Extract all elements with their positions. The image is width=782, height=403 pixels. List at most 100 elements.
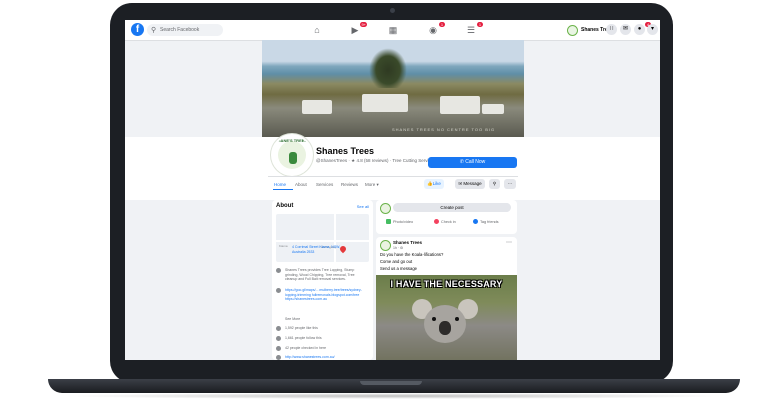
photo-video-label: Photo/video xyxy=(393,219,414,224)
follow-icon xyxy=(276,336,281,341)
like-button[interactable]: 👍Like xyxy=(424,179,444,189)
avatar[interactable] xyxy=(380,240,391,251)
globe-icon xyxy=(276,355,281,360)
truck-graphic xyxy=(440,96,480,114)
about-card: About See all Kiama Gerringong 4 Corrima… xyxy=(272,200,373,360)
tab-reviews[interactable]: Reviews xyxy=(341,182,358,187)
message-label: Message xyxy=(463,181,482,186)
account-chevron-down-icon[interactable]: ▾ xyxy=(647,24,658,35)
tab-services[interactable]: Services xyxy=(316,182,333,187)
link-icon xyxy=(276,288,281,293)
koala-eye xyxy=(432,317,436,321)
more-dots-icon: ⋯ xyxy=(507,181,513,186)
search-box[interactable]: ⚲ Search Facebook xyxy=(147,24,223,36)
watch-icon[interactable]: ▶ 9+ xyxy=(349,22,367,36)
meme-caption: I HAVE THE NECESSARY xyxy=(390,279,503,289)
cover-caption: SHANES TREES NO CENTRE TOO BIG xyxy=(392,127,496,132)
feed-post: Shanes Trees 1h · ⚙ ⋯ Do you have the Ko… xyxy=(376,237,517,360)
post-timestamp[interactable]: 1h · ⚙ xyxy=(393,246,403,250)
map-road xyxy=(276,240,369,242)
avatar xyxy=(567,24,578,36)
koala-nose xyxy=(439,321,451,335)
address-link[interactable]: 4 Corrimal Street Kiama, NSW, Australia … xyxy=(292,245,352,254)
page-title: Shanes Trees xyxy=(316,146,375,156)
koala-meme-image[interactable]: I HAVE THE NECESSARY xyxy=(376,275,517,360)
create-post-card: Create post Photo/video Check in Tag fri… xyxy=(376,200,517,234)
photo-icon xyxy=(386,219,391,224)
search-input[interactable]: Search Facebook xyxy=(160,26,199,34)
tab-more[interactable]: More ▾ xyxy=(365,182,379,188)
follows-count: 1,661 people follow this xyxy=(285,336,322,340)
photo-video-option[interactable]: Photo/video xyxy=(386,219,413,224)
see-more-link[interactable]: See More xyxy=(285,317,367,322)
location-map[interactable]: Kiama Gerringong xyxy=(276,214,369,262)
notifications-icon[interactable]: ●4 xyxy=(634,22,651,35)
gaming-badge: 1 xyxy=(477,22,483,27)
create-post-button[interactable]: Create post xyxy=(393,203,511,212)
avatar xyxy=(380,203,391,214)
koala-eye xyxy=(455,317,459,321)
about-title: About xyxy=(276,203,294,209)
check-in-option[interactable]: Check in xyxy=(434,219,456,224)
home-icon[interactable]: ⌂ xyxy=(311,24,323,36)
pine-tree-graphic xyxy=(369,48,407,88)
truck-graphic xyxy=(302,100,332,114)
call-now-button[interactable]: ✆ Call Now xyxy=(428,157,517,168)
search-icon: ⚲ xyxy=(151,27,157,34)
map-place-label: Kiama xyxy=(279,244,288,248)
call-now-label: Call Now xyxy=(465,159,486,165)
website-link[interactable]: http://www.shanestrees.com.au/ xyxy=(285,355,367,360)
messenger-icon[interactable]: ✉ xyxy=(620,24,631,35)
more-options-button[interactable]: ⋯ xyxy=(504,179,516,189)
about-links[interactable]: https://goo.gl/maps/... mulberry.tree/tr… xyxy=(285,288,367,302)
logo-badge xyxy=(278,141,306,169)
tag-friends-option[interactable]: Tag friends xyxy=(473,219,499,224)
menu-grid-icon[interactable]: ∷ xyxy=(606,24,617,35)
likes-row: 1,592 people like this xyxy=(276,326,369,331)
post-text-line: Send us a message xyxy=(380,266,418,271)
groups-icon[interactable]: ◉ 1 xyxy=(427,22,445,36)
search-page-button[interactable]: ⚲ xyxy=(489,179,500,189)
header-divider xyxy=(268,176,518,177)
post-text-line: Do you have the Koala-lifications? xyxy=(380,252,444,257)
message-button[interactable]: ✉ Message xyxy=(455,179,485,189)
website-row: http://www.shanestrees.com.au/ xyxy=(276,355,369,360)
follows-row: 1,661 people follow this xyxy=(276,336,369,341)
tag-friends-icon xyxy=(473,219,478,224)
profile-header xyxy=(125,137,660,200)
webcam xyxy=(390,8,395,13)
profile-picture[interactable]: SHANE'S TREES xyxy=(271,134,313,176)
checkin-icon xyxy=(276,346,281,351)
about-links-row: https://goo.gl/maps/... mulberry.tree/tr… xyxy=(276,288,369,301)
logo-text: SHANE'S TREES xyxy=(275,138,308,143)
like-label: Like xyxy=(432,181,441,186)
post-text-line: Come and go out xyxy=(380,259,413,264)
post-more-icon[interactable]: ⋯ xyxy=(506,239,512,246)
watch-badge: 9+ xyxy=(360,22,367,27)
facebook-logo[interactable]: f xyxy=(131,23,144,36)
about-description-row: Shanes Trees provides Tree Lopping, Stum… xyxy=(276,268,369,281)
laptop-notch xyxy=(360,381,422,385)
thumbs-up-icon xyxy=(276,326,281,331)
truck-graphic xyxy=(362,94,408,112)
page-subtitle: @ShanesTrees · ★ 4.8 (58 reviews) · Tree… xyxy=(316,158,434,163)
cover-photo[interactable]: SHANES TREES NO CENTRE TOO BIG xyxy=(262,40,524,137)
tag-friends-label: Tag friends xyxy=(480,219,499,224)
about-description: Shanes Trees provides Tree Lopping, Stum… xyxy=(285,268,355,281)
arborist-logo-icon xyxy=(289,152,297,164)
gaming-icon[interactable]: ☰ 1 xyxy=(465,22,483,36)
map-road xyxy=(334,214,336,262)
likes-count: 1,592 people like this xyxy=(285,326,318,330)
about-see-all-link[interactable]: See all xyxy=(357,204,369,209)
checkins-row: 42 people checked in here xyxy=(276,346,369,351)
top-navigation-bar: f ⚲ Search Facebook ⌂ ▶ 9+ ▦ ◉ 1 ☰ 1 Shanes… xyxy=(125,20,660,41)
laptop-shadow xyxy=(60,393,728,399)
tab-home[interactable]: Home xyxy=(274,182,286,187)
check-in-label: Check in xyxy=(441,219,456,224)
truck-graphic xyxy=(482,104,504,114)
post-author[interactable]: Shanes Trees xyxy=(393,240,422,245)
location-icon xyxy=(434,219,439,224)
tab-about[interactable]: About xyxy=(295,182,307,187)
checkins-count: 42 people checked in here xyxy=(285,346,327,350)
marketplace-icon[interactable]: ▦ xyxy=(387,24,399,36)
